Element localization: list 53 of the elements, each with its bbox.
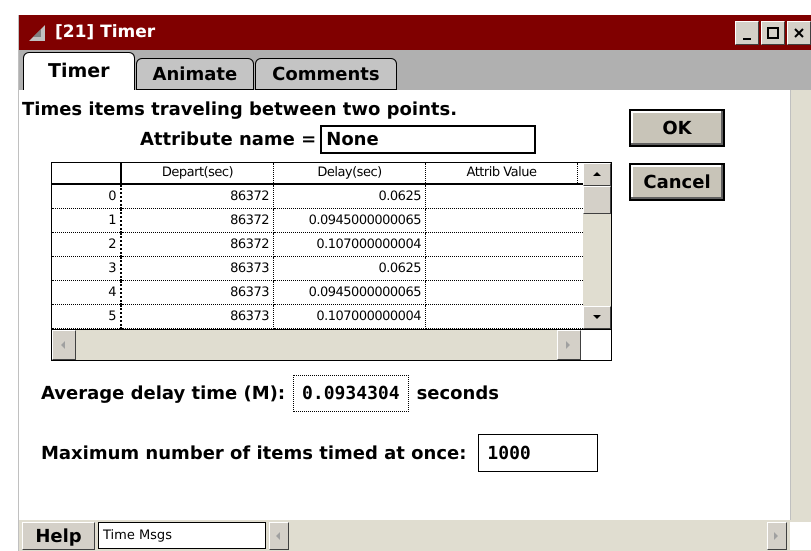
scroll-left-button[interactable] [269,522,289,550]
window-title: [21] Timer [55,20,156,44]
scroll-down-button[interactable] [583,306,611,329]
footer-scrollbar[interactable] [269,522,787,550]
tab[interactable]: Animate [136,58,254,90]
table-cell: 0.0625 [274,257,426,281]
dialog-button[interactable]: OK [629,109,725,147]
table-cell: 86372 [122,209,274,233]
close-icon [793,26,805,38]
table-cell: 0.107000000004 [274,305,426,329]
window-icon [27,22,47,42]
minimize-button[interactable] [735,20,759,44]
maximum-items-field[interactable]: 1000 [478,434,598,472]
scroll-right-button[interactable] [767,522,787,550]
scroll-left-button[interactable] [52,330,76,360]
scroll-right-button[interactable] [557,330,581,360]
table-cell: 0.0945000000065 [274,281,426,305]
table-cell: 86372 [122,233,274,257]
scroll-up-button[interactable] [583,163,611,186]
maximum-label: Maximum number of items timed at once: [41,442,466,466]
table-cell: 86373 [122,281,274,305]
attribute-label: Attribute name = [140,128,316,152]
table-cell: 86373 [122,257,274,281]
row-number: 4 [52,281,122,305]
tab[interactable]: Comments [255,58,397,90]
row-number: 3 [52,257,122,281]
horizontal-scrollbar[interactable] [52,330,581,360]
vertical-scrollbar[interactable] [583,163,611,329]
scroll-thumb[interactable] [583,186,611,214]
maximize-button[interactable] [761,20,785,44]
close-button[interactable] [787,20,811,44]
window-vertical-scrollbar[interactable] [790,90,811,520]
description-text: Times items traveling between two points. [22,98,458,122]
column-header: Delay(sec) [274,163,426,183]
table-cell: 0.0945000000065 [274,209,426,233]
column-header: Attrib Value [426,163,578,183]
table-cell: 0.107000000004 [274,233,426,257]
dialog-button[interactable]: Cancel [629,163,725,201]
column-header: Depart(sec) [122,163,274,183]
row-number: 1 [52,209,122,233]
scrollbar-corner [790,522,811,550]
tab[interactable]: Timer [23,52,135,90]
average-value: 0.0934304 [293,375,409,412]
unit-label: seconds [416,382,499,406]
table-cell: 86373 [122,305,274,329]
table-cell: 86372 [122,185,274,209]
message-field[interactable]: Time Msgs [98,522,266,549]
attribute-name-field[interactable]: None [320,125,536,154]
table-cell: 0.0625 [274,185,426,209]
row-number: 2 [52,233,122,257]
average-label: Average delay time (M): [41,382,286,406]
row-number: 0 [52,185,122,209]
help-button[interactable]: Help [22,522,95,550]
